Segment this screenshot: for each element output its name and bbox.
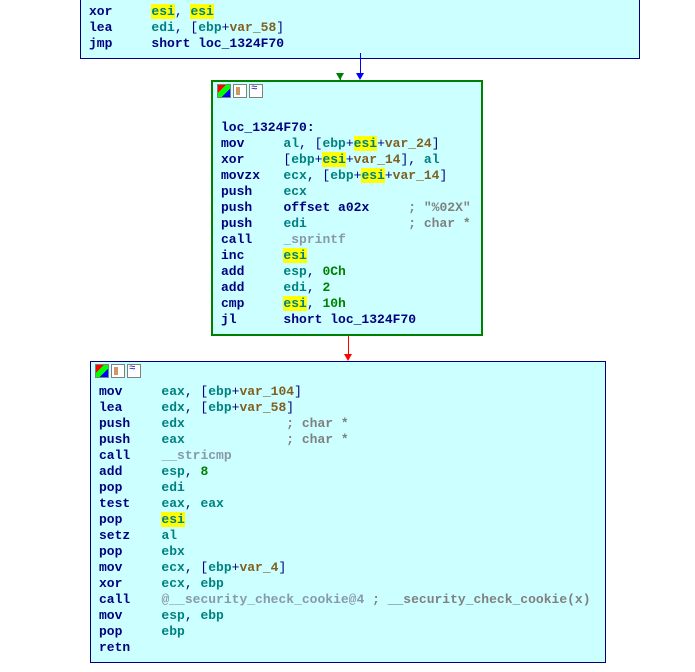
block-loop-body: loc_1324F70: mov al, [ebp+esi+var_24] xo… (213, 100, 481, 334)
block-bottom-body: mov eax, [ebp+var_104] lea edx, [ebp+var… (91, 380, 605, 662)
block-bottom[interactable]: mov eax, [ebp+var_104] lea edx, [ebp+var… (90, 361, 606, 663)
group-icon[interactable] (233, 84, 247, 98)
graph-canvas[interactable]: xor esi, esi lea edi, [ebp+var_58] jmp s… (0, 0, 695, 672)
block-top[interactable]: xor esi, esi lea edi, [ebp+var_58] jmp s… (80, 0, 640, 59)
block-loop-titlebar (213, 82, 481, 100)
block-bottom-titlebar (91, 362, 605, 380)
block-top-body: xor esi, esi lea edi, [ebp+var_58] jmp s… (81, 0, 639, 58)
palette-icon[interactable] (95, 364, 109, 378)
group-icon[interactable] (111, 364, 125, 378)
collapse-icon[interactable] (249, 84, 263, 98)
block-loop[interactable]: loc_1324F70: mov al, [ebp+esi+var_24] xo… (211, 80, 483, 336)
collapse-icon[interactable] (127, 364, 141, 378)
palette-icon[interactable] (217, 84, 231, 98)
